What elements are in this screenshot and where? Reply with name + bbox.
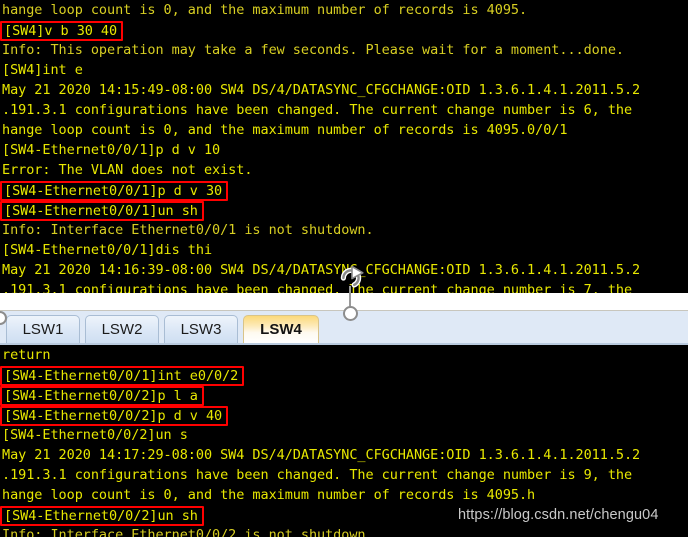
highlighted-command-line: [SW4-Ethernet0/0/1]int e0/0/2 [0,366,245,386]
console-line: [SW4-Ethernet0/0/1]dis thi [0,240,688,260]
console-line: Info: Interface Ethernet0/0/2 is not shu… [0,525,688,537]
console-line: [SW4-Ethernet0/0/2]p d v 40 [0,405,688,426]
tab-label: LSW3 [180,321,222,338]
console-line: [SW4-Ethernet0/0/2]p l a [0,385,688,406]
highlighted-command-line: [SW4-Ethernet0/0/2]p d v 40 [0,406,229,426]
rotate-cursor-icon [340,265,364,288]
console-line: May 21 2020 14:17:29-08:00 SW4 DS/4/DATA… [0,445,688,465]
console-line: [SW4]v b 30 40 [0,20,688,41]
console-line-text: Error: The VLAN does not exist. [2,162,253,178]
console-line: [SW4-Ethernet0/0/1]un sh [0,200,688,221]
console-line: Info: Interface Ethernet0/0/1 is not shu… [0,220,688,240]
console-line-text: .191.3.1 configurations have been change… [2,467,633,483]
highlighted-command-line: [SW4-Ethernet0/0/1]p d v 30 [0,181,229,201]
console-line-text: [SW4-Ethernet0/0/2]un s [2,427,188,443]
console-line: hange loop count is 0, and the maximum n… [0,485,688,505]
console-line: hange loop count is 0, and the maximum n… [0,0,688,20]
highlighted-command-line: [SW4-Ethernet0/0/2]p l a [0,386,204,406]
console-line-text: Info: Interface Ethernet0/0/1 is not shu… [2,222,374,238]
console-line-text: hange loop count is 0, and the maximum n… [2,2,528,18]
console-line: .191.3.1 configurations have been change… [0,100,688,120]
tab-lsw3[interactable]: LSW3 [164,315,238,343]
tab-lsw2[interactable]: LSW2 [85,315,159,343]
ensp-console-window: hange loop count is 0, and the maximum n… [0,0,688,537]
console-line: May 21 2020 14:15:49-08:00 SW4 DS/4/DATA… [0,80,688,100]
splitter-handle[interactable] [343,306,358,321]
console-line-text: May 21 2020 14:15:49-08:00 SW4 DS/4/DATA… [2,82,641,98]
console-line: [SW4-Ethernet0/0/1]int e0/0/2 [0,365,688,386]
console-line-text: [SW4-Ethernet0/0/1]p d v 10 [2,142,221,158]
console-line-text: [SW4]int e [2,62,83,78]
console-line: [SW4-Ethernet0/0/2]un s [0,425,688,445]
console-line-text: Info: Interface Ethernet0/0/2 is not shu… [2,527,374,537]
console-line: Error: The VLAN does not exist. [0,160,688,180]
console-line: Info: This operation may take a few seco… [0,40,688,60]
console-line-text: return [2,347,51,363]
console-line: [SW4-Ethernet0/0/1]p d v 10 [0,140,688,160]
tab-lsw4[interactable]: LSW4 [243,315,319,343]
tab-label: LSW1 [22,321,64,338]
console-line: hange loop count is 0, and the maximum n… [0,120,688,140]
console-line: return [0,345,688,365]
watermark-text: https://blog.csdn.net/chengu04 [458,507,659,523]
console-line: .191.3.1 configurations have been change… [0,465,688,485]
console-line-text: [SW4-Ethernet0/0/1]dis thi [2,242,213,258]
console-line-text: hange loop count is 0, and the maximum n… [2,122,568,138]
tab-label: LSW4 [260,321,302,338]
console-line: [SW4]int e [0,60,688,80]
highlighted-command-line: [SW4-Ethernet0/0/1]un sh [0,201,204,221]
tab-lsw1[interactable]: LSW1 [6,315,80,343]
console-line-text: Info: This operation may take a few seco… [2,42,624,58]
tab-label: LSW2 [101,321,143,338]
top-console-pane[interactable]: hange loop count is 0, and the maximum n… [0,0,688,293]
console-line-text: .191.3.1 configurations have been change… [2,102,633,118]
console-line-text: May 21 2020 14:17:29-08:00 SW4 DS/4/DATA… [2,447,641,463]
highlighted-command-line: [SW4-Ethernet0/0/2]un sh [0,506,204,526]
console-line: [SW4-Ethernet0/0/1]p d v 30 [0,180,688,201]
console-line-text: hange loop count is 0, and the maximum n… [2,487,536,503]
highlighted-command-line: [SW4]v b 30 40 [0,21,124,41]
